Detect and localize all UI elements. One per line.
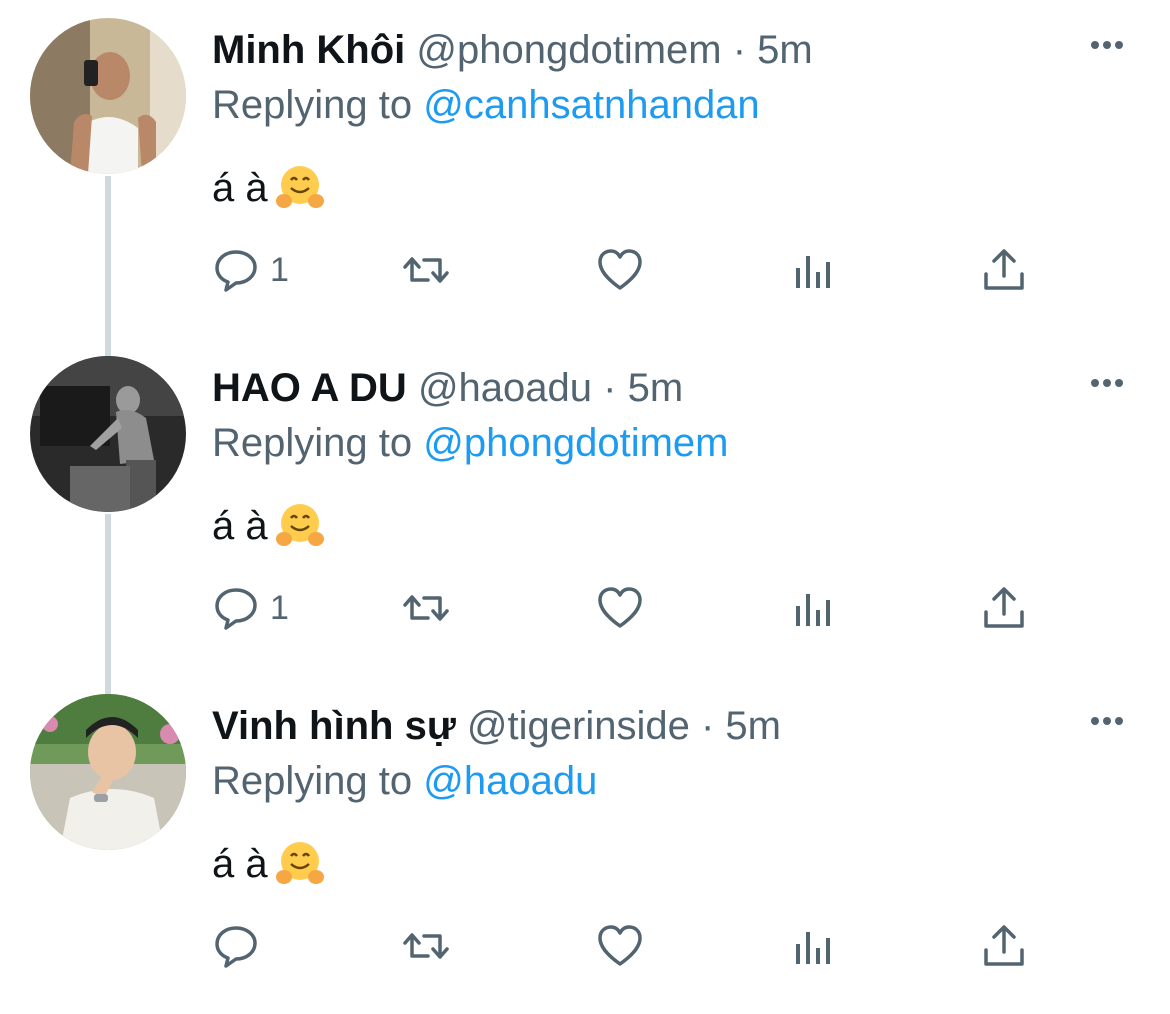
retweet-icon <box>403 933 449 959</box>
like-button[interactable] <box>596 914 644 978</box>
avatar[interactable] <box>30 694 186 850</box>
like-button[interactable] <box>596 238 644 302</box>
reply-count: 1 <box>270 250 289 289</box>
bar-chart-icon <box>796 932 830 964</box>
replying-to-label: Replying to <box>212 421 413 465</box>
retweet-button[interactable] <box>402 914 450 978</box>
bar-chart-icon <box>796 256 830 288</box>
retweet-button[interactable] <box>402 238 450 302</box>
tweet-text: á à <box>212 160 324 216</box>
user-handle[interactable]: @phongdotimem <box>416 28 721 72</box>
avatar[interactable] <box>30 356 186 512</box>
bar-chart-icon <box>796 594 830 626</box>
timestamp[interactable]: · 5m <box>603 366 683 410</box>
reply-button[interactable] <box>212 914 270 978</box>
hugging-face-emoji <box>275 839 324 887</box>
retweet-button[interactable] <box>402 576 450 640</box>
tweet-text-content: á à <box>212 504 268 548</box>
timestamp[interactable]: · 5m <box>701 704 781 748</box>
tweet-text: á à <box>212 498 324 554</box>
more-icon[interactable] <box>1086 24 1128 66</box>
user-handle[interactable]: @tigerinside <box>467 704 690 748</box>
tweet-text: á à <box>212 836 324 892</box>
tweet-header: Minh Khôi @phongdotimem · 5m <box>212 24 813 76</box>
tweet-actions <box>0 914 1170 978</box>
replying-to-label: Replying to <box>212 759 413 803</box>
hugging-face-emoji <box>275 163 324 211</box>
hugging-face-emoji <box>275 501 324 549</box>
reply-icon <box>215 588 257 630</box>
heart-icon <box>598 925 642 966</box>
tweet-actions: 1 <box>0 238 1170 302</box>
replying-to: Replying to @canhsatnhandan <box>212 80 760 130</box>
replying-to-label: Replying to <box>212 83 413 127</box>
replying-to: Replying to @phongdotimem <box>212 418 728 468</box>
user-handle[interactable]: @haoadu <box>418 366 592 410</box>
reply-button[interactable]: 1 <box>212 576 289 640</box>
retweet-icon <box>403 257 449 283</box>
heart-icon <box>598 249 642 290</box>
like-button[interactable] <box>596 576 644 640</box>
tweet-header: HAO A DU @haoadu · 5m <box>212 362 683 414</box>
share-icon <box>984 249 1024 290</box>
tweet[interactable]: Minh Khôi @phongdotimem · 5m Replying to… <box>0 0 1170 338</box>
display-name[interactable]: Minh Khôi <box>212 28 405 72</box>
stats-button[interactable] <box>790 576 838 640</box>
reply-icon <box>215 926 257 968</box>
retweet-icon <box>403 595 449 621</box>
stats-button[interactable] <box>790 238 838 302</box>
replying-to-link[interactable]: @canhsatnhandan <box>423 83 759 127</box>
tweet[interactable]: HAO A DU @haoadu · 5m Replying to @phong… <box>0 338 1170 676</box>
replying-to: Replying to @haoadu <box>212 756 597 806</box>
tweet[interactable]: Vinh hình sự @tigerinside · 5m Replying … <box>0 676 1170 1014</box>
tweet-actions: 1 <box>0 576 1170 640</box>
reply-count: 1 <box>270 588 289 627</box>
tweet-text-content: á à <box>212 166 268 210</box>
stats-button[interactable] <box>790 914 838 978</box>
display-name[interactable]: HAO A DU <box>212 366 407 410</box>
reply-button[interactable]: 1 <box>212 238 289 302</box>
timestamp[interactable]: · 5m <box>733 28 813 72</box>
tweet-header: Vinh hình sự @tigerinside · 5m <box>212 700 781 752</box>
avatar[interactable] <box>30 18 186 174</box>
more-icon[interactable] <box>1086 362 1128 404</box>
display-name[interactable]: Vinh hình sự <box>212 704 456 748</box>
share-button[interactable] <box>980 576 1028 640</box>
reply-icon <box>215 250 257 292</box>
share-icon <box>984 925 1024 966</box>
heart-icon <box>598 587 642 628</box>
tweet-text-content: á à <box>212 842 268 886</box>
share-button[interactable] <box>980 238 1028 302</box>
more-icon[interactable] <box>1086 700 1128 742</box>
replying-to-link[interactable]: @haoadu <box>423 759 597 803</box>
share-icon <box>984 587 1024 628</box>
replying-to-link[interactable]: @phongdotimem <box>423 421 728 465</box>
share-button[interactable] <box>980 914 1028 978</box>
